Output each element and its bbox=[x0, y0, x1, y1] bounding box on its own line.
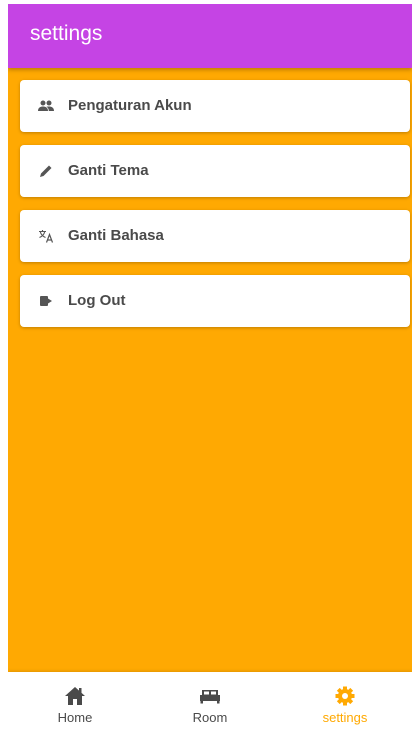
app-bar: settings bbox=[8, 4, 412, 68]
menu-item-label: Pengaturan Akun bbox=[68, 97, 192, 114]
home-icon bbox=[63, 684, 87, 708]
logout-icon bbox=[38, 292, 54, 310]
nav-item-room[interactable]: Room bbox=[143, 672, 277, 733]
app-screen: settings Pengaturan Akun Ganti Tema Gant… bbox=[8, 4, 412, 733]
menu-item-change-theme[interactable]: Ganti Tema bbox=[20, 145, 410, 197]
nav-label: Home bbox=[57, 710, 93, 725]
menu-item-log-out[interactable]: Log Out bbox=[20, 275, 410, 327]
menu-item-account-settings[interactable]: Pengaturan Akun bbox=[20, 80, 410, 132]
bed-icon bbox=[198, 684, 222, 708]
gear-icon bbox=[333, 684, 357, 708]
nav-label: Room bbox=[192, 710, 228, 725]
menu-item-change-language[interactable]: Ganti Bahasa bbox=[20, 210, 410, 262]
pencil-icon bbox=[38, 162, 54, 180]
people-icon bbox=[38, 97, 54, 115]
menu-item-label: Ganti Tema bbox=[68, 162, 149, 179]
nav-item-home[interactable]: Home bbox=[8, 672, 142, 733]
nav-label: settings bbox=[322, 710, 368, 725]
translate-icon bbox=[38, 227, 54, 245]
page-title: settings bbox=[30, 22, 103, 45]
nav-item-settings[interactable]: settings bbox=[278, 672, 412, 733]
menu-item-label: Log Out bbox=[68, 292, 126, 309]
menu-item-label: Ganti Bahasa bbox=[68, 227, 164, 244]
bottom-navigation: Home Room settings bbox=[8, 672, 412, 733]
